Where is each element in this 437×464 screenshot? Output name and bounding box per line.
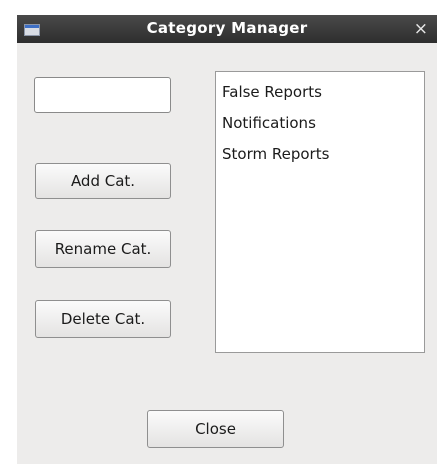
category-list[interactable]: False Reports Notifications Storm Report… bbox=[215, 71, 425, 353]
window-title: Category Manager bbox=[146, 19, 308, 37]
list-item[interactable]: False Reports bbox=[216, 78, 424, 109]
category-name-input[interactable] bbox=[34, 77, 171, 113]
close-icon[interactable]: × bbox=[414, 19, 428, 39]
list-item[interactable]: Notifications bbox=[216, 109, 424, 140]
category-manager-window: Category Manager × Add Cat. Rename Cat. … bbox=[17, 15, 437, 464]
delete-category-button[interactable]: Delete Cat. bbox=[35, 300, 171, 338]
rename-category-button[interactable]: Rename Cat. bbox=[35, 230, 171, 268]
title-bar[interactable]: Category Manager × bbox=[17, 15, 437, 43]
list-item[interactable]: Storm Reports bbox=[216, 140, 424, 171]
add-category-button[interactable]: Add Cat. bbox=[35, 163, 171, 199]
close-button[interactable]: Close bbox=[147, 410, 284, 448]
